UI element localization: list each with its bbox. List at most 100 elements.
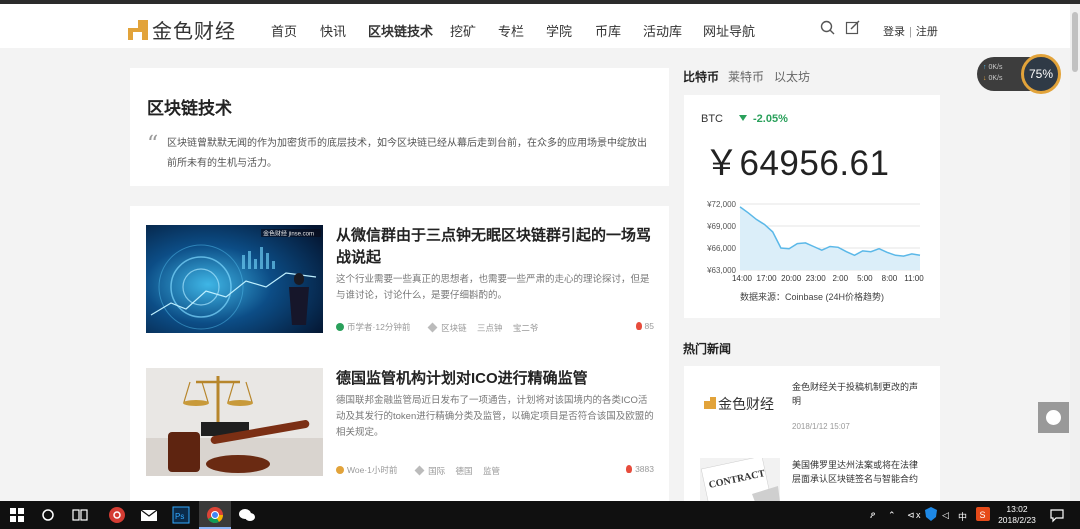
news-title[interactable]: 金色财经关于投稿机制更改的声明: [792, 380, 926, 408]
article-item[interactable]: 德国监管机构计划对ICO进行精确监管 德国联邦金融监管局近日发布了一项通告，计划…: [146, 368, 656, 480]
y-tick-label: ¥72,000: [706, 200, 736, 209]
hot-count: 3883: [626, 464, 654, 474]
article-title[interactable]: 从微信群由于三点钟无眠区块链群引起的一场骂战说起: [336, 225, 654, 269]
nav-flash-news[interactable]: 快讯: [320, 21, 346, 40]
cortana-icon[interactable]: [38, 505, 58, 525]
photoshop-icon[interactable]: Ps: [171, 505, 191, 525]
author-name: Woe: [347, 465, 365, 475]
auth-links: 登录 | 注册: [883, 23, 938, 39]
chrome-icon[interactable]: [205, 505, 225, 525]
security-shield-icon[interactable]: [923, 506, 939, 522]
news-item[interactable]: 金色财经 金色财经关于投稿机制更改的声明 2018/1/12 15:07: [700, 380, 930, 440]
tray-network-status: x: [916, 510, 921, 520]
tab-bitcoin[interactable]: 比特币: [683, 68, 719, 85]
tray-people-icon[interactable]: ዖ: [870, 510, 875, 521]
svg-text:Ps: Ps: [175, 512, 184, 521]
news-thumbnail[interactable]: 金色财经: [700, 380, 780, 436]
article-meta: Woe · 1小时前 国际 德国 监管 3883: [336, 464, 654, 477]
logo-icon: [128, 19, 148, 40]
svg-text:S: S: [980, 510, 986, 520]
article-tag[interactable]: 三点钟: [477, 323, 503, 333]
x-tick-label: 23:00: [806, 274, 827, 283]
article-list: 金色财经 jinse.com 从微信群由于三点钟无眠区块链群引起的一场骂战说起 …: [130, 206, 669, 506]
author-icon: [336, 466, 344, 474]
article-item[interactable]: 金色财经 jinse.com 从微信群由于三点钟无眠区块链群引起的一场骂战说起 …: [146, 225, 656, 337]
network-speed-widget[interactable]: ↑ 0K/s ↓ 0K/s 75%: [977, 54, 1061, 94]
article-thumbnail[interactable]: [146, 368, 323, 476]
tab-litecoin[interactable]: 莱特币: [728, 68, 764, 85]
x-tick-label: 20:00: [781, 274, 802, 283]
task-view-icon[interactable]: [70, 505, 90, 525]
news-title[interactable]: 美国佛罗里达州法案或将在法律层面承认区块链签名与智能合约: [792, 458, 926, 486]
price-change: -2.05%: [739, 113, 788, 125]
site-logo[interactable]: 金色财经: [128, 15, 236, 44]
category-intro: 区块链技术 “ 区块链曾默默无闻的作为加密货币的底层技术，如今区块链已经从幕后走…: [130, 68, 669, 186]
current-price: ￥64956.61: [704, 144, 890, 183]
post-time: 12分钟前: [375, 322, 411, 332]
author-name: 币学者: [347, 322, 373, 332]
category-description: 区块链曾默默无闻的作为加密货币的底层技术，如今区块链已经从幕后走到台前，在众多的…: [167, 138, 647, 169]
auth-separator: |: [909, 26, 912, 38]
x-tick-label: 5:00: [857, 274, 873, 283]
login-link[interactable]: 登录: [883, 26, 905, 38]
hot-count: 85: [635, 321, 654, 331]
nav-mining[interactable]: 挖矿: [450, 21, 476, 40]
site-header: 金色财经 首页 快讯 区块链技术 挖矿 专栏 学院 币库 活动库 网址导航 登录…: [0, 4, 1070, 48]
x-tick-label: 14:00: [732, 274, 753, 283]
edit-icon[interactable]: [844, 19, 862, 37]
svg-text:金色财经: 金色财经: [718, 396, 774, 412]
article-meta: 币学者 · 12分钟前 区块链 三点钟 宝二爷 85: [336, 321, 654, 334]
news-item[interactable]: CONTRACT 美国佛罗里达州法案或将在法律层面承认区块链签名与智能合约: [700, 458, 930, 514]
article-tag[interactable]: 国际: [428, 466, 445, 476]
article-title[interactable]: 德国监管机构计划对ICO进行精确监管: [336, 368, 654, 390]
author-badge[interactable]: Woe · 1小时前: [336, 464, 397, 476]
news-date: 2018/1/12 15:07: [792, 422, 850, 431]
nav-events[interactable]: 活动库: [643, 21, 682, 40]
article-thumbnail[interactable]: 金色财经 jinse.com: [146, 225, 323, 333]
nav-coin-library[interactable]: 币库: [595, 21, 621, 40]
system-clock[interactable]: 13:02 2018/2/23: [995, 504, 1039, 526]
wechat-icon[interactable]: [237, 505, 257, 525]
x-tick-label: 17:00: [757, 274, 778, 283]
start-button[interactable]: [10, 508, 24, 522]
nav-blockchain-tech[interactable]: 区块链技术: [368, 21, 433, 40]
mail-icon[interactable]: [139, 505, 159, 525]
down-arrow-icon: [739, 115, 747, 121]
feedback-button[interactable]: [1038, 402, 1069, 433]
tray-chevron-icon[interactable]: ⌃: [888, 510, 896, 521]
compass-icon: [1046, 410, 1061, 425]
article-tag[interactable]: 德国: [456, 466, 473, 476]
ime-indicator[interactable]: 中: [958, 510, 967, 523]
scrollbar-thumb[interactable]: [1072, 12, 1078, 72]
notification-icon[interactable]: [1048, 506, 1066, 524]
search-icon[interactable]: [819, 19, 837, 37]
nav-home[interactable]: 首页: [271, 21, 297, 40]
y-tick-label: ¥69,000: [706, 222, 736, 231]
quote-icon: “: [147, 132, 159, 157]
nav-site-directory[interactable]: 网址导航: [703, 21, 755, 40]
x-tick-label: 8:00: [882, 274, 898, 283]
page-scrollbar[interactable]: [1070, 4, 1080, 501]
fire-icon: [626, 465, 633, 473]
price-ticker: BTC -2.05% ￥64956.61 ¥72,000 ¥69,000 ¥66,0…: [684, 95, 940, 318]
tray-network-icon[interactable]: ⊲: [907, 510, 915, 521]
coin-symbol: BTC: [701, 113, 723, 125]
register-link[interactable]: 注册: [916, 26, 938, 38]
hot-news-heading: 热门新闻: [683, 342, 732, 356]
page-title: 区块链技术: [147, 99, 232, 118]
nav-columns[interactable]: 专栏: [498, 21, 524, 40]
nav-academy[interactable]: 学院: [546, 21, 572, 40]
sogou-input-icon[interactable]: S: [976, 507, 990, 521]
author-badge[interactable]: 币学者 · 12分钟前: [336, 321, 410, 333]
y-tick-label: ¥66,000: [706, 244, 736, 253]
memory-usage: 75%: [1021, 54, 1061, 94]
tab-ethereum[interactable]: 以太坊: [774, 68, 810, 85]
x-tick-label: 2:00: [832, 274, 848, 283]
verified-icon: [336, 323, 344, 331]
article-tag[interactable]: 监管: [483, 466, 500, 476]
volume-icon[interactable]: ◁: [942, 510, 949, 521]
netease-music-icon[interactable]: [107, 505, 127, 525]
x-tick-label: 11:00: [904, 274, 924, 283]
article-tag[interactable]: 区块链: [441, 323, 467, 333]
article-tag[interactable]: 宝二爷: [513, 323, 539, 333]
